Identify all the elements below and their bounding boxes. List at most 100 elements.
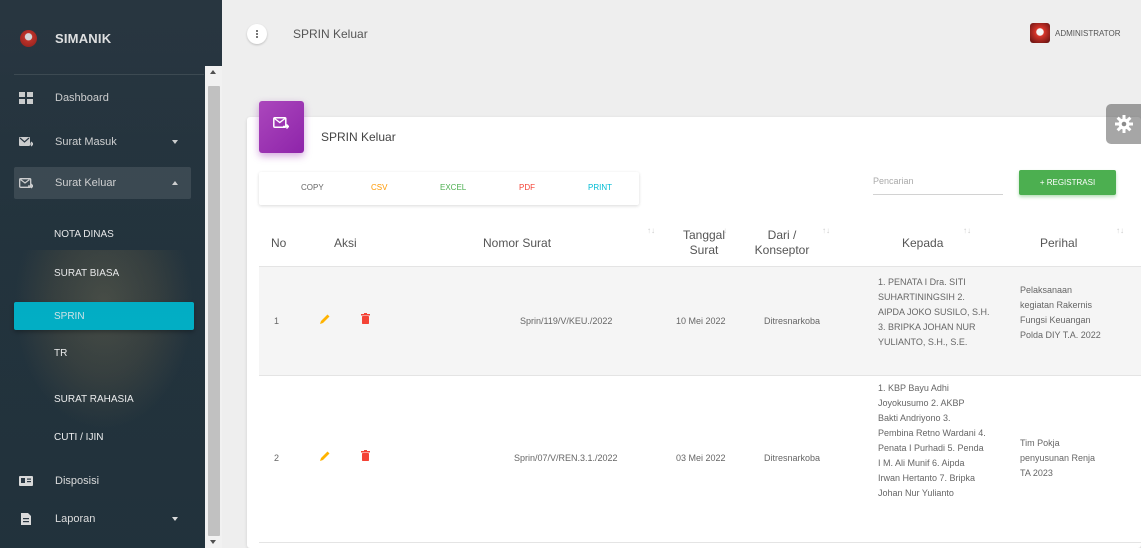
card-title: SPRIN Keluar — [321, 130, 396, 144]
submenu-item-nota-dinas[interactable]: NOTA DINAS — [14, 220, 194, 248]
table-row-divider — [259, 375, 1141, 376]
submenu-item-cuti-ijin[interactable]: CUTI / IJIN — [14, 423, 194, 451]
cell-line: Pelaksanaan — [1020, 285, 1073, 295]
settings-button[interactable] — [1106, 104, 1141, 144]
sidebar-item-surat-keluar[interactable]: Surat Keluar — [14, 167, 191, 199]
outbox-icon — [19, 178, 33, 189]
cell-line: Pembina Retno Wardani 4. — [878, 428, 986, 438]
dashboard-icon — [19, 92, 33, 104]
submenu-label: SURAT BIASA — [54, 267, 120, 279]
cell-nomor-surat: Sprin/07/V/REN.3.1./2022 — [514, 453, 618, 463]
page-title: SPRIN Keluar — [293, 27, 368, 41]
sidebar-scrollbar-thumb[interactable] — [208, 86, 220, 536]
column-header-aksi[interactable]: Aksi — [334, 236, 357, 251]
cell-line: 1. PENATA I Dra. SITI — [878, 277, 966, 287]
cell-kepada: 1. KBP Bayu Adhi Joyokusumo 2. AKBP Bakt… — [878, 381, 986, 501]
edit-icon[interactable] — [319, 450, 331, 462]
cell-perihal: Tim Pokja penyusunan Renja TA 2023 — [1020, 436, 1095, 481]
cell-line: 3. BRIPKA JOHAN NUR — [878, 322, 976, 332]
avatar — [1030, 23, 1050, 43]
cell-perihal: Pelaksanaan kegiatan Rakernis Fungsi Keu… — [1020, 283, 1101, 343]
export-excel-button[interactable]: EXCEL — [440, 183, 466, 192]
export-copy-button[interactable]: COPY — [301, 183, 324, 192]
column-header-nomor-surat[interactable]: Nomor Surat — [483, 236, 551, 251]
submenu-item-sprin[interactable]: SPRIN — [14, 302, 194, 330]
cell-line: Penata I Purhadi 5. Penda — [878, 443, 984, 453]
cell-line: I M. Ali Munif 6. Aipda — [878, 458, 965, 468]
sidebar-item-label: Disposisi — [55, 475, 100, 487]
column-header-tanggal[interactable]: Tanggal Surat — [681, 228, 727, 258]
submenu-label: SURAT RAHASIA — [54, 393, 134, 405]
disposisi-icon — [19, 476, 33, 486]
column-header-no[interactable]: No — [271, 236, 286, 251]
cell-line: Bakti Andriyono 3. — [878, 413, 951, 423]
sort-icon[interactable]: ↑↓ — [1116, 226, 1124, 235]
column-header-label: Dari / — [767, 228, 797, 242]
cell-nomor-surat: Sprin/119/V/KEU./2022 — [520, 316, 613, 326]
submenu-label: CUTI / IJIN — [54, 431, 104, 443]
cell-no: 1 — [274, 316, 280, 326]
delete-icon[interactable] — [361, 313, 370, 324]
cell-tanggal: 10 Mei 2022 — [676, 316, 726, 326]
sidebar-item-label: Surat Keluar — [55, 177, 117, 189]
scroll-up-icon[interactable] — [210, 70, 216, 74]
menu-toggle-button[interactable] — [247, 24, 267, 44]
submenu-label: NOTA DINAS — [54, 228, 114, 240]
report-icon — [21, 513, 31, 525]
sidebar-item-label: Dashboard — [55, 92, 109, 104]
user-menu[interactable]: ADMINISTRATOR — [1030, 23, 1120, 43]
cell-line: Tim Pokja — [1020, 438, 1060, 448]
column-header-dari[interactable]: Dari / Konseptor — [746, 228, 818, 258]
export-print-button[interactable]: PRINT — [588, 183, 612, 192]
brand-name: SIMANIK — [55, 31, 112, 46]
cell-line: SUHARTININGSIH 2. — [878, 292, 965, 302]
edit-icon[interactable] — [319, 313, 331, 325]
cell-line: 1. KBP Bayu Adhi — [878, 383, 949, 393]
search-input[interactable]: Pencarian — [873, 176, 914, 186]
column-header-label: Konseptor — [754, 243, 810, 257]
sort-icon[interactable]: ↑↓ — [647, 226, 655, 235]
column-header-label: Tanggal — [682, 228, 726, 242]
cell-line: Polda DIY T.A. 2022 — [1020, 330, 1101, 340]
sidebar: SIMANIK Dashboard Surat Masuk Surat Kelu… — [0, 0, 222, 548]
card-header-icon — [259, 101, 304, 153]
chevron-down-icon — [172, 140, 178, 144]
sidebar-item-surat-masuk[interactable]: Surat Masuk — [0, 126, 205, 158]
cell-line: Irwan Hertanto 7. Bripka — [878, 473, 976, 483]
cell-dari: Ditresnarkoba — [764, 316, 821, 326]
user-name: ADMINISTRATOR — [1055, 28, 1121, 38]
chevron-down-icon — [172, 517, 178, 521]
brand-divider — [14, 74, 204, 75]
submenu-item-surat-rahasia[interactable]: SURAT RAHASIA — [14, 385, 194, 413]
export-pdf-button[interactable]: PDF — [519, 183, 535, 192]
sidebar-item-dashboard[interactable]: Dashboard — [0, 82, 205, 114]
cell-line: AIPDA JOKO SUSILO, S.H. — [878, 307, 990, 317]
sidebar-item-label: Laporan — [55, 513, 96, 525]
chevron-up-icon — [172, 181, 178, 185]
inbox-icon — [19, 137, 33, 147]
cell-line: Joyokusumo 2. AKBP — [878, 398, 965, 408]
sidebar-item-disposisi[interactable]: Disposisi — [0, 465, 205, 497]
delete-icon[interactable] — [361, 450, 370, 461]
cell-line: kegiatan Rakernis — [1020, 300, 1093, 310]
scroll-down-icon[interactable] — [210, 540, 216, 544]
cell-kepada: 1. PENATA I Dra. SITI SUHARTININGSIH 2. … — [878, 275, 990, 350]
submenu-item-surat-biasa[interactable]: SURAT BIASA — [14, 259, 194, 287]
sort-icon[interactable]: ↑↓ — [822, 226, 830, 235]
sort-icon[interactable]: ↑↓ — [963, 226, 971, 235]
sidebar-item-laporan[interactable]: Laporan — [0, 503, 205, 535]
cell-no: 2 — [274, 453, 280, 463]
cell-line: Fungsi Keuangan — [1020, 315, 1091, 325]
column-header-kepada[interactable]: Kepada — [902, 236, 943, 251]
search-input-underline — [873, 194, 1003, 195]
column-header-label: Surat — [689, 243, 719, 257]
brand[interactable]: SIMANIK — [0, 0, 205, 74]
cell-tanggal: 03 Mei 2022 — [676, 453, 726, 463]
cell-dari: Ditresnarkoba — [764, 453, 821, 463]
sort-icon[interactable]: ↓ — [723, 226, 727, 235]
table-row-divider — [259, 542, 1141, 543]
register-button[interactable]: + REGISTRASI — [1019, 170, 1116, 195]
column-header-perihal[interactable]: Perihal — [1040, 236, 1077, 251]
export-csv-button[interactable]: CSV — [371, 183, 387, 192]
submenu-item-tr[interactable]: TR — [14, 339, 194, 367]
